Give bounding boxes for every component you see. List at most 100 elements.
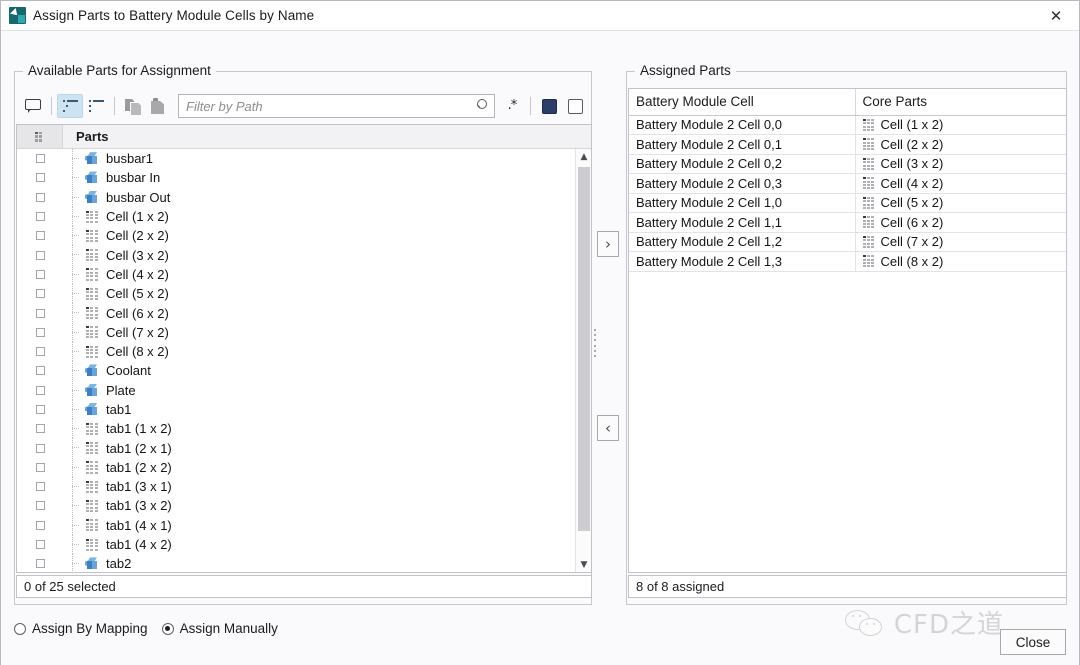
tree-row-checkbox[interactable]	[36, 482, 45, 491]
tree-row[interactable]: Plate	[17, 381, 591, 400]
tree-row-checkbox[interactable]	[36, 212, 45, 221]
tree-row[interactable]: tab1 (4 x 2)	[17, 535, 591, 554]
tree-view-button[interactable]	[57, 94, 83, 118]
tree-row-checkbox[interactable]	[36, 251, 45, 260]
parts-tree-header: Parts	[17, 125, 591, 149]
table-row[interactable]: Battery Module 2 Cell 1,0Cell (5 x 2)	[629, 193, 1066, 213]
table-row[interactable]: Battery Module 2 Cell 0,2Cell (3 x 2)	[629, 154, 1066, 174]
tree-row-label: tab1	[101, 402, 131, 417]
tree-row-checkbox[interactable]	[36, 328, 45, 337]
close-button[interactable]: Close	[1000, 629, 1066, 655]
search-input[interactable]	[178, 94, 495, 118]
panel-splitter-handle[interactable]	[593, 329, 597, 357]
table-row[interactable]: Battery Module 2 Cell 1,3Cell (8 x 2)	[629, 252, 1066, 272]
radio-indicator-icon[interactable]	[14, 623, 26, 635]
tree-row-checkbox[interactable]	[36, 444, 45, 453]
paste-button[interactable]	[146, 94, 172, 118]
tree-row-checkbox-cell	[17, 366, 63, 375]
tree-row[interactable]: tab1 (3 x 1)	[17, 477, 591, 496]
table-row[interactable]: Battery Module 2 Cell 0,1Cell (2 x 2)	[629, 135, 1066, 155]
scrollbar-thumb[interactable]	[578, 167, 590, 531]
table-row[interactable]: Battery Module 2 Cell 1,2Cell (7 x 2)	[629, 232, 1066, 252]
tree-branch-line	[63, 323, 84, 342]
tree-row-checkbox[interactable]	[36, 463, 45, 472]
scroll-up-icon[interactable]: ▲	[576, 149, 592, 165]
radio-assign-manually[interactable]: Assign Manually	[162, 621, 278, 636]
column-header-battery-module-cell[interactable]: Battery Module Cell	[629, 89, 855, 115]
tree-row-label: tab1 (1 x 2)	[101, 421, 172, 436]
tree-row-checkbox-cell	[17, 463, 63, 472]
tree-row[interactable]: tab2	[17, 554, 591, 573]
tree-scrollbar[interactable]: ▲ ▼	[575, 149, 591, 573]
tree-row-checkbox[interactable]	[36, 540, 45, 549]
tree-row-checkbox[interactable]	[36, 521, 45, 530]
table-row[interactable]: Battery Module 2 Cell 0,0Cell (1 x 2)	[629, 115, 1066, 135]
comment-button[interactable]	[20, 94, 46, 118]
parts-tree-body[interactable]: busbar1busbar Inbusbar OutCell (1 x 2)Ce…	[17, 149, 591, 573]
tree-row-label: tab1 (2 x 2)	[101, 460, 172, 475]
tree-row-label: busbar Out	[101, 190, 170, 205]
copy-button[interactable]	[120, 94, 146, 118]
flat-view-button[interactable]	[83, 94, 109, 118]
tree-row-checkbox[interactable]	[36, 173, 45, 182]
radio-indicator-icon[interactable]	[162, 623, 174, 635]
tree-row-checkbox[interactable]	[36, 501, 45, 510]
tree-row[interactable]: tab1 (2 x 1)	[17, 438, 591, 457]
table-row[interactable]: Battery Module 2 Cell 1,1Cell (6 x 2)	[629, 213, 1066, 233]
tree-row[interactable]: tab1	[17, 400, 591, 419]
tree-row[interactable]: Cell (3 x 2)	[17, 245, 591, 264]
tree-row-label: Cell (4 x 2)	[101, 267, 169, 282]
tree-branch-line	[63, 477, 84, 496]
tree-row[interactable]: Cell (4 x 2)	[17, 265, 591, 284]
tree-row[interactable]: tab1 (1 x 2)	[17, 419, 591, 438]
tree-row-checkbox[interactable]	[36, 154, 45, 163]
tree-row-checkbox[interactable]	[36, 270, 45, 279]
tree-row-checkbox[interactable]	[36, 193, 45, 202]
tree-row[interactable]: Cell (7 x 2)	[17, 323, 591, 342]
tree-row-icon-cell	[84, 364, 101, 377]
tree-row[interactable]: busbar Out	[17, 188, 591, 207]
cell-grid-icon	[863, 236, 876, 248]
select-all-button[interactable]	[536, 94, 562, 118]
tree-row[interactable]: tab1 (4 x 1)	[17, 516, 591, 535]
tree-row[interactable]: Cell (2 x 2)	[17, 226, 591, 245]
tree-column-header-parts[interactable]: Parts	[63, 125, 591, 148]
assign-button[interactable]: ›	[597, 231, 619, 257]
tree-row-checkbox[interactable]	[36, 309, 45, 318]
regex-toggle-button[interactable]: .*	[499, 94, 525, 118]
scroll-down-icon[interactable]: ▼	[576, 557, 592, 573]
tree-row-checkbox[interactable]	[36, 386, 45, 395]
table-row[interactable]: Battery Module 2 Cell 0,3Cell (4 x 2)	[629, 174, 1066, 194]
deselect-all-button[interactable]	[562, 94, 588, 118]
tree-row-label: Cell (5 x 2)	[101, 286, 169, 301]
cell-grid-icon	[863, 158, 876, 170]
assigned-parts-table-body: Battery Module 2 Cell 0,0Cell (1 x 2)Bat…	[629, 115, 1066, 271]
tree-row-checkbox[interactable]	[36, 231, 45, 240]
tree-row[interactable]: Cell (6 x 2)	[17, 303, 591, 322]
tree-row[interactable]: busbar In	[17, 168, 591, 187]
unassign-button[interactable]: ‹	[597, 415, 619, 441]
tree-row-checkbox[interactable]	[36, 347, 45, 356]
tree-row[interactable]: tab1 (2 x 2)	[17, 458, 591, 477]
tree-row[interactable]: Cell (5 x 2)	[17, 284, 591, 303]
tree-row-checkbox[interactable]	[36, 405, 45, 414]
cell-grid-icon	[86, 519, 99, 531]
tree-row-checkbox[interactable]	[36, 366, 45, 375]
tree-row-label: Cell (7 x 2)	[101, 325, 169, 340]
tree-row-checkbox-cell	[17, 328, 63, 337]
tree-row[interactable]: Cell (1 x 2)	[17, 207, 591, 226]
tree-row[interactable]: tab1 (3 x 2)	[17, 496, 591, 515]
tree-row-checkbox-cell	[17, 251, 63, 260]
tree-row-checkbox[interactable]	[36, 559, 45, 568]
column-header-core-parts[interactable]: Core Parts	[855, 89, 1066, 115]
tree-row-checkbox[interactable]	[36, 289, 45, 298]
tree-row-checkbox[interactable]	[36, 424, 45, 433]
tree-row[interactable]: busbar1	[17, 149, 591, 168]
tree-column-header-selector[interactable]	[17, 125, 63, 148]
tree-row[interactable]: Cell (8 x 2)	[17, 342, 591, 361]
close-icon[interactable]: ✕	[1033, 1, 1079, 30]
cell-grid-icon	[86, 249, 99, 261]
tree-row-label: tab1 (2 x 1)	[101, 441, 172, 456]
tree-row[interactable]: Coolant	[17, 361, 591, 380]
radio-assign-by-mapping[interactable]: Assign By Mapping	[14, 621, 148, 636]
